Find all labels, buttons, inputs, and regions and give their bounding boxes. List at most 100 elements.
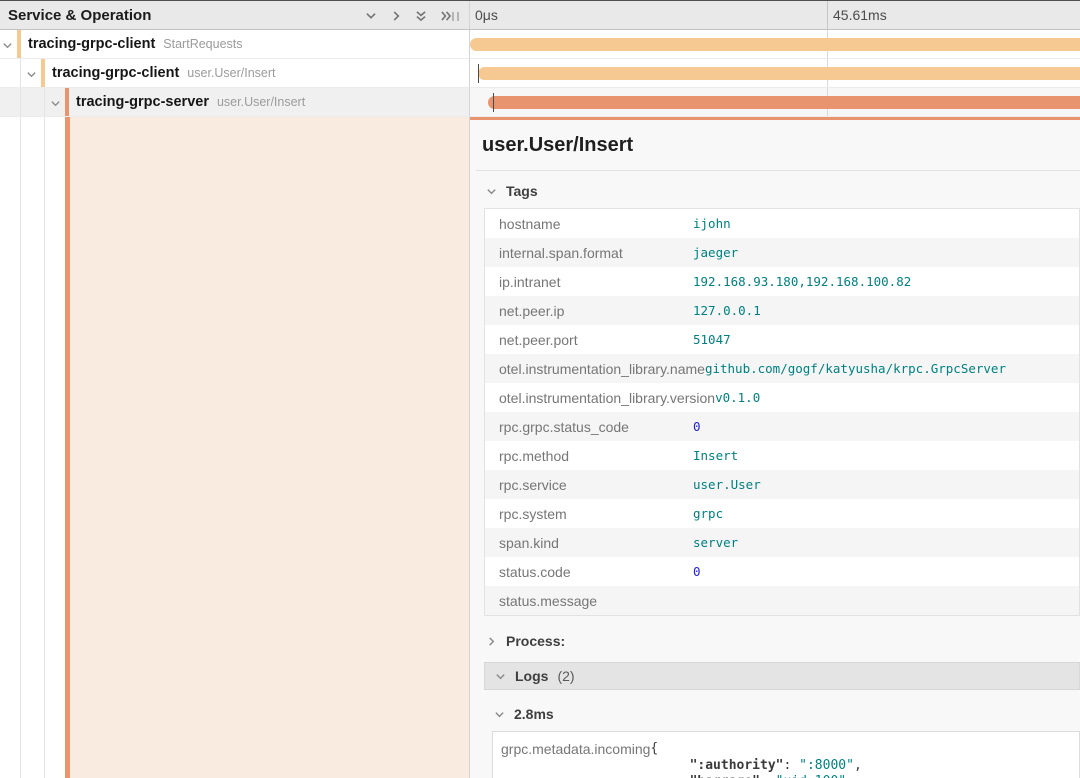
double-chevron-down-icon[interactable] (414, 9, 428, 23)
tag-key: rpc.method (485, 448, 693, 464)
tag-key: net.peer.port (485, 332, 693, 348)
span-service-name: tracing-grpc-client (52, 65, 179, 81)
tag-value: 192.168.93.180,192.168.100.82 (693, 274, 911, 289)
tag-key: span.kind (485, 535, 693, 551)
logs-count-badge: (2) (557, 668, 574, 684)
span-service-name: tracing-grpc-server (76, 94, 209, 110)
span-collapse-chevron-icon[interactable] (50, 96, 61, 114)
tag-key: otel.instrumentation_library.version (485, 390, 715, 406)
span-collapse-chevron-icon[interactable] (26, 67, 37, 85)
span-bar-cell[interactable] (470, 88, 1080, 117)
chevron-right-icon (486, 636, 497, 647)
span-bar-cell[interactable] (470, 30, 1080, 59)
tag-value: v0.1.0 (715, 390, 760, 405)
tag-key: hostname (485, 216, 693, 232)
log-entry-timestamp: 2.8ms (514, 706, 554, 722)
chevron-down-icon[interactable] (364, 9, 378, 23)
timeline-header-row: Service & Operation 0μs 45.61ms (0, 1, 1080, 30)
log-entry-toggle[interactable]: 2.8ms (494, 706, 1080, 722)
logs-section-toggle[interactable]: Logs (2) (484, 662, 1080, 690)
tree-guide-line (20, 88, 21, 116)
column-resizer-handle[interactable] (452, 12, 459, 21)
timeline-tick-mid: 45.61ms (833, 7, 887, 23)
jaeger-trace-timeline-view: Service & Operation 0μs 45.61ms (0, 0, 1080, 778)
tag-row[interactable]: rpc.serviceuser.User (485, 470, 1079, 499)
span-duration-bar[interactable] (488, 96, 1080, 109)
tags-section-label: Tags (506, 183, 538, 199)
tag-value: 127.0.0.1 (693, 303, 761, 318)
tag-row[interactable]: otel.instrumentation_library.namegithub.… (485, 354, 1079, 383)
span-rows-container: tracing-grpc-clientStartRequeststracing-… (0, 30, 1080, 117)
tag-row[interactable]: otel.instrumentation_library.versionv0.1… (485, 383, 1079, 412)
chevron-down-icon (486, 186, 497, 197)
tag-key: rpc.system (485, 506, 693, 522)
span-color-bar (41, 59, 45, 87)
tag-value: github.com/gogf/katyusha/krpc.GrpcServer (705, 361, 1006, 376)
span-row[interactable]: tracing-grpc-server user.User/Insert (0, 88, 1080, 117)
tag-value: jaeger (693, 245, 738, 260)
tag-key: internal.span.format (485, 245, 693, 261)
log-field-json-value: { ":authority": ":8000", "baggage": "uid… (650, 741, 861, 778)
tag-row[interactable]: status.code0 (485, 557, 1079, 586)
span-operation-name: user.User/Insert (187, 66, 275, 80)
double-chevron-right-icon[interactable] (439, 9, 453, 23)
log-field-key: grpc.metadata.incoming (501, 741, 650, 778)
tree-guide-line (20, 117, 21, 778)
span-bar-cell[interactable] (470, 59, 1080, 88)
timeline-gridline (827, 1, 828, 29)
tag-value: 51047 (693, 332, 731, 347)
span-row[interactable]: tracing-grpc-client user.User/Insert (0, 59, 1080, 88)
span-color-bar (17, 30, 21, 58)
span-tree-header: Service & Operation (0, 1, 470, 29)
span-detail-title: user.User/Insert (482, 134, 1080, 157)
span-detail-row: user.User/Insert Tags hostnameijohninter… (0, 117, 1080, 778)
span-name-cell[interactable]: tracing-grpc-client user.User/Insert (0, 59, 470, 88)
tree-guide-line (44, 88, 45, 116)
tree-guide-line (44, 117, 45, 778)
span-row[interactable]: tracing-grpc-client StartRequests (0, 30, 1080, 59)
timeline-tick-start: 0μs (475, 7, 498, 23)
title-divider (476, 170, 1080, 171)
logs-section-label: Logs (515, 668, 548, 684)
span-operation-name: StartRequests (163, 37, 242, 51)
tag-key: status.code (485, 564, 693, 580)
tag-row[interactable]: ip.intranet192.168.93.180,192.168.100.82 (485, 267, 1079, 296)
span-detail-panel: user.User/Insert Tags hostnameijohninter… (470, 117, 1080, 778)
process-section-label: Process: (506, 633, 565, 649)
tags-section-toggle[interactable]: Tags (486, 183, 1080, 199)
tag-value: user.User (693, 477, 761, 492)
tag-row[interactable]: net.peer.ip127.0.0.1 (485, 296, 1079, 325)
span-collapse-chevron-icon[interactable] (2, 38, 13, 56)
process-section-toggle[interactable]: Process: (486, 633, 1080, 649)
chevron-down-icon (495, 671, 506, 682)
tag-key: rpc.service (485, 477, 693, 493)
tag-row[interactable]: hostnameijohn (485, 209, 1079, 238)
tag-row[interactable]: rpc.grpc.status_code0 (485, 412, 1079, 441)
tag-value: 0 (693, 564, 701, 579)
span-start-tick (478, 64, 479, 83)
span-name-cell[interactable]: tracing-grpc-client StartRequests (0, 30, 470, 59)
tag-value: 0 (693, 419, 701, 434)
tag-value: grpc (693, 506, 723, 521)
span-service-name: tracing-grpc-client (28, 36, 155, 52)
tag-row[interactable]: rpc.methodInsert (485, 441, 1079, 470)
tag-row[interactable]: status.message (485, 586, 1079, 615)
tag-key: otel.instrumentation_library.name (485, 361, 705, 377)
tag-key: rpc.grpc.status_code (485, 419, 693, 435)
chevron-right-icon[interactable] (389, 9, 403, 23)
tags-table: hostnameijohninternal.span.formatjaegeri… (484, 208, 1080, 616)
log-fields-table: grpc.metadata.incoming { ":authority": "… (492, 731, 1080, 778)
span-duration-bar[interactable] (478, 67, 1080, 80)
span-operation-name: user.User/Insert (217, 95, 305, 109)
tag-row[interactable]: internal.span.formatjaeger (485, 238, 1079, 267)
span-tree-detail-gutter (0, 117, 470, 778)
span-duration-bar[interactable] (470, 38, 1080, 51)
tree-collapse-controls (364, 9, 453, 23)
span-name-cell[interactable]: tracing-grpc-server user.User/Insert (0, 88, 470, 117)
tag-row[interactable]: net.peer.port51047 (485, 325, 1079, 354)
tag-row[interactable]: span.kindserver (485, 528, 1079, 557)
span-color-bar (65, 88, 69, 116)
tag-value: Insert (693, 448, 738, 463)
tag-value: server (693, 535, 738, 550)
tag-row[interactable]: rpc.systemgrpc (485, 499, 1079, 528)
